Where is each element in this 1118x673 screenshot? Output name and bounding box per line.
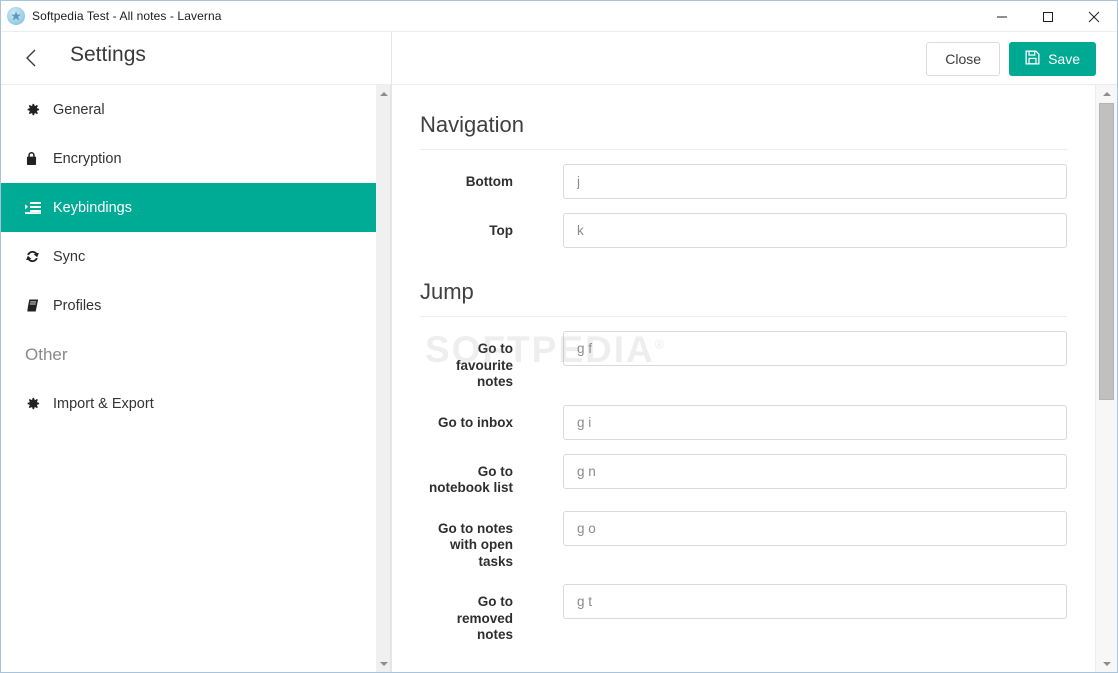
sidebar-item-label: Import & Export [53,395,154,412]
keybinding-label: Go to favourite notes [455,341,513,389]
save-button[interactable]: Save [1009,42,1096,76]
minimize-icon[interactable] [979,1,1025,32]
keybinding-input-removed-notes[interactable] [563,584,1067,619]
book-icon [25,298,45,313]
settings-content: Navigation Bottom Top Jump Go to favouri… [392,85,1095,672]
window-controls [979,1,1117,32]
keybinding-row-top: Top [392,213,1095,248]
keybinding-input-top[interactable] [563,213,1067,248]
keybinding-row-favourite-notes: Go to favourite notes [392,331,1095,391]
keybinding-row-inbox: Go to inbox [392,404,1095,440]
sidebar-item-encryption[interactable]: Encryption [1,134,376,183]
close-icon[interactable] [1071,1,1117,32]
scroll-up-arrow-icon[interactable] [376,85,391,102]
gear-icon [25,396,45,411]
keybinding-input-notebook-list[interactable] [563,453,1067,489]
keybinding-input-bottom[interactable] [563,164,1067,199]
keybinding-input-open-tasks[interactable] [563,510,1067,546]
keybinding-input-favourite-notes[interactable] [563,331,1067,366]
sidebar-scrollbar[interactable] [376,85,391,672]
sidebar-item-sync[interactable]: Sync [1,232,376,281]
keybinding-row-open-tasks: Go to notes with open tasks [392,510,1095,571]
keybinding-row-removed-notes: Go to removed notes [392,584,1095,644]
page-title: Settings [70,43,146,66]
window-title: Softpedia Test - All notes - Laverna [32,9,222,23]
header-actions: Close Save [926,42,1096,76]
sidebar-item-general[interactable]: General [1,85,376,134]
back-chevron-icon[interactable] [18,45,44,71]
lock-icon [25,151,45,166]
floppy-save-icon [1025,50,1040,68]
keybinding-input-inbox[interactable] [563,404,1067,440]
sidebar-item-keybindings[interactable]: Keybindings [1,183,376,232]
sidebar-item-label: Profiles [53,297,102,314]
section-heading-jump: Jump [420,248,1067,317]
keybinding-label: Go to notes with open tasks [438,520,513,569]
keybinding-label: Top [489,223,513,238]
sidebar-item-label: Sync [53,248,86,265]
scroll-down-arrow-icon[interactable] [1096,655,1117,672]
scrollbar-thumb[interactable] [1099,103,1114,400]
keybinding-label: Go to removed notes [456,594,513,642]
sidebar-item-label: Encryption [53,150,122,167]
section-heading-navigation: Navigation [420,85,1067,150]
header-divider [391,32,392,85]
laverna-app-icon [7,7,25,25]
keybinding-row-bottom: Bottom [392,164,1095,199]
gear-icon [25,102,45,117]
maximize-icon[interactable] [1025,1,1071,32]
keybinding-label: Go to inbox [438,414,513,430]
scroll-down-arrow-icon[interactable] [376,655,391,672]
settings-sidebar: General Encryption Keybindings Sync Prof… [1,85,376,672]
keyboard-list-icon [25,201,45,215]
scroll-up-arrow-icon[interactable] [1096,85,1117,102]
sidebar-item-profiles[interactable]: Profiles [1,281,376,330]
keybinding-label: Go to notebook list [429,463,513,496]
sidebar-group-other: Other [25,344,68,364]
settings-header: Settings Close Save [1,32,1117,85]
sidebar-item-label: General [53,101,105,118]
app-window: Softpedia Test - All notes - Laverna Set… [0,0,1118,673]
keybinding-row-notebook-list: Go to notebook list [392,453,1095,497]
save-button-label: Save [1048,51,1080,67]
sidebar-item-label: Keybindings [53,199,132,216]
refresh-icon [25,249,45,264]
content-scrollbar[interactable] [1095,85,1117,672]
keybinding-label: Bottom [465,174,513,189]
sidebar-item-import-export[interactable]: Import & Export [1,379,376,428]
title-bar: Softpedia Test - All notes - Laverna [1,1,1117,32]
close-button[interactable]: Close [926,42,1001,76]
